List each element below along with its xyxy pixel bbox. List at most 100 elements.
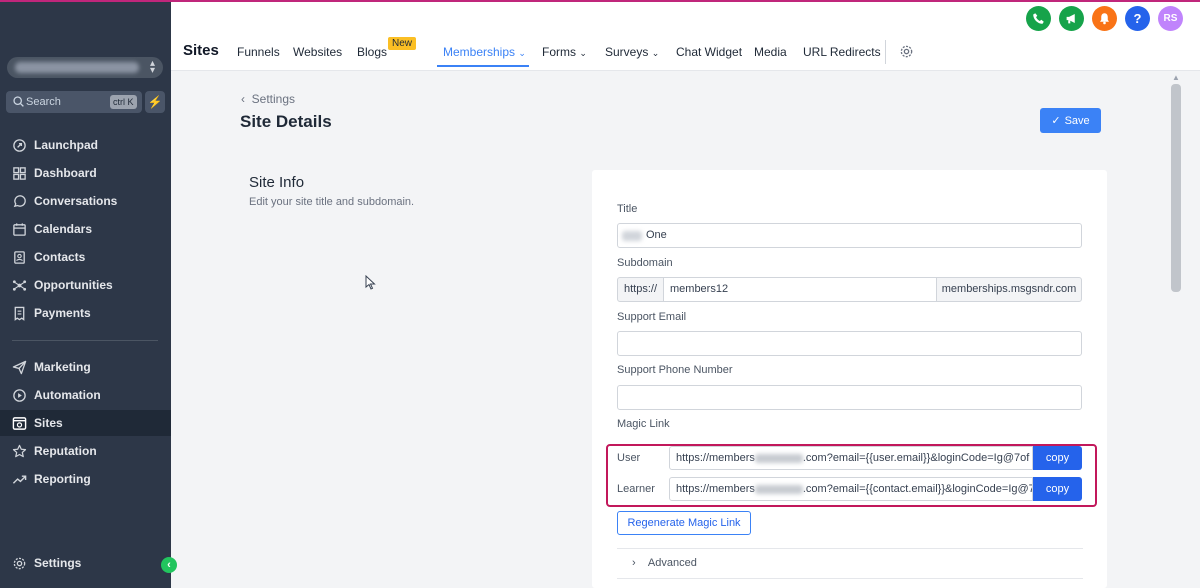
back-to-settings-link[interactable]: ‹ Settings bbox=[241, 92, 295, 106]
tab-divider bbox=[885, 40, 886, 64]
sidebar-item-dashboard[interactable]: Dashboard bbox=[0, 160, 171, 186]
chevron-updown-icon: ▴ ▾ bbox=[149, 58, 155, 76]
sidebar-item-reporting[interactable]: Reporting bbox=[0, 466, 171, 492]
user-magic-link-input[interactable]: https://members .com?email={{user.email}}… bbox=[669, 446, 1033, 470]
chevron-down-icon: ⌄ bbox=[579, 48, 587, 58]
sidebar-item-calendars[interactable]: Calendars bbox=[0, 216, 171, 242]
help-button[interactable]: ? bbox=[1125, 6, 1150, 31]
save-button[interactable]: ✓ Save bbox=[1040, 108, 1101, 133]
tab-label: Surveys bbox=[605, 45, 649, 59]
phone-icon bbox=[1033, 13, 1044, 24]
link-redacted bbox=[754, 484, 803, 494]
regenerate-magic-link-button[interactable]: Regenerate Magic Link bbox=[617, 511, 751, 535]
page-scrollbar[interactable]: ▲ bbox=[1169, 71, 1183, 588]
sidebar-item-automation[interactable]: Automation bbox=[0, 382, 171, 408]
new-badge: New bbox=[388, 37, 417, 50]
tab-memberships[interactable]: Memberships ⌄ bbox=[443, 45, 526, 59]
link-end: .com?email={{user.email}}&loginCode=Ig@7… bbox=[802, 452, 1030, 464]
sidebar-item-label: Payments bbox=[34, 306, 91, 320]
notifications-button[interactable] bbox=[1092, 6, 1117, 31]
globe-window-icon bbox=[12, 416, 27, 430]
sidebar-item-marketing[interactable]: Marketing bbox=[0, 354, 171, 380]
copy-learner-link-button[interactable]: copy bbox=[1033, 477, 1082, 501]
sidebar-item-label: Reputation bbox=[34, 444, 97, 458]
grid-icon bbox=[13, 166, 26, 180]
tab-funnels[interactable]: Funnels bbox=[237, 45, 280, 59]
sidebar-item-conversations[interactable]: Conversations bbox=[0, 188, 171, 214]
title-label: Title bbox=[617, 203, 638, 215]
title-input[interactable]: One bbox=[617, 223, 1082, 248]
phone-button[interactable] bbox=[1026, 6, 1051, 31]
header-actions: ? RS bbox=[1026, 6, 1183, 31]
sidebar-item-contacts[interactable]: Contacts bbox=[0, 244, 171, 270]
sidebar: ▴ ▾ Search ctrl K ⚡ Launchpad Dashboard C… bbox=[0, 0, 171, 588]
sidebar-item-label: Marketing bbox=[34, 360, 91, 374]
chevron-right-icon: › bbox=[632, 557, 636, 569]
advanced-divider-bottom bbox=[617, 578, 1083, 579]
scroll-up-icon: ▲ bbox=[1172, 73, 1180, 82]
tab-surveys[interactable]: Surveys ⌄ bbox=[605, 45, 659, 59]
link-start: https://members bbox=[676, 452, 755, 464]
advanced-toggle[interactable]: › Advanced bbox=[632, 557, 697, 569]
sidebar-item-label: Contacts bbox=[34, 250, 86, 264]
send-icon bbox=[12, 360, 27, 374]
chevron-down-icon: ⌄ bbox=[518, 48, 526, 58]
bell-icon bbox=[1100, 13, 1109, 25]
tab-forms[interactable]: Forms ⌄ bbox=[542, 45, 587, 59]
copy-user-link-button[interactable]: copy bbox=[1033, 446, 1082, 470]
active-tab-indicator bbox=[437, 65, 529, 67]
tab-websites[interactable]: Websites bbox=[293, 45, 342, 59]
subdomain-prefix: https:// bbox=[617, 277, 664, 302]
learner-magic-link-input[interactable]: https://members .com?email={{contact.emai… bbox=[669, 477, 1033, 501]
gear-icon bbox=[13, 557, 26, 569]
sidebar-item-label: Settings bbox=[34, 556, 82, 570]
rocket-icon bbox=[13, 138, 26, 152]
sidebar-item-settings[interactable]: Settings bbox=[0, 550, 171, 576]
tab-label: Forms bbox=[542, 45, 576, 59]
advanced-label: Advanced bbox=[647, 557, 697, 569]
learner-link-label: Learner bbox=[617, 483, 655, 495]
sidebar-item-label: Conversations bbox=[34, 194, 118, 208]
subdomain-input[interactable]: members12 bbox=[663, 277, 937, 302]
tab-media[interactable]: Media bbox=[754, 45, 787, 59]
advanced-divider-top bbox=[617, 548, 1083, 549]
account-switcher[interactable]: ▴ ▾ bbox=[7, 57, 163, 78]
sidebar-item-launchpad[interactable]: Launchpad bbox=[0, 132, 171, 158]
account-name-redacted bbox=[15, 62, 139, 73]
top-bar: ? RS Sites Funnels Websites Blogs New Me… bbox=[171, 0, 1200, 71]
support-phone-input[interactable] bbox=[617, 385, 1082, 410]
trend-icon bbox=[12, 475, 27, 484]
sidebar-item-opportunities[interactable]: Opportunities bbox=[0, 272, 171, 298]
calendar-icon bbox=[13, 222, 26, 236]
gear-icon[interactable] bbox=[899, 44, 914, 59]
sidebar-item-label: Opportunities bbox=[34, 278, 113, 292]
announcements-button[interactable] bbox=[1059, 6, 1084, 31]
tab-blogs[interactable]: Blogs bbox=[357, 45, 387, 59]
collapse-sidebar-button[interactable]: ‹ bbox=[161, 557, 177, 573]
search-placeholder: Search bbox=[26, 96, 61, 108]
sites-title: Sites bbox=[183, 42, 219, 59]
quick-action-bolt-icon[interactable]: ⚡ bbox=[145, 91, 165, 113]
question-icon: ? bbox=[1133, 11, 1142, 26]
tab-label: Memberships bbox=[443, 45, 516, 59]
section-subtitle: Edit your site title and subdomain. bbox=[249, 196, 415, 208]
mouse-cursor-icon bbox=[365, 275, 376, 290]
chat-icon bbox=[13, 194, 26, 207]
sidebar-search[interactable]: Search ctrl K bbox=[6, 91, 142, 113]
link-redacted bbox=[754, 453, 803, 463]
support-email-input[interactable] bbox=[617, 331, 1082, 356]
sidebar-item-reputation[interactable]: Reputation bbox=[0, 438, 171, 464]
scrollbar-thumb[interactable] bbox=[1171, 84, 1181, 292]
subdomain-label: Subdomain bbox=[617, 257, 673, 269]
search-shortcut: ctrl K bbox=[110, 95, 137, 109]
sidebar-item-sites[interactable]: Sites bbox=[0, 410, 171, 436]
sidebar-item-payments[interactable]: Payments bbox=[0, 300, 171, 326]
receipt-icon bbox=[14, 306, 25, 321]
tab-chat-widget[interactable]: Chat Widget bbox=[676, 45, 742, 59]
avatar[interactable]: RS bbox=[1158, 6, 1183, 31]
sidebar-item-label: Dashboard bbox=[34, 166, 97, 180]
tab-url-redirects[interactable]: URL Redirects bbox=[803, 45, 881, 59]
sidebar-divider bbox=[12, 340, 158, 341]
sidebar-item-label: Calendars bbox=[34, 222, 93, 236]
automation-icon bbox=[13, 388, 26, 402]
